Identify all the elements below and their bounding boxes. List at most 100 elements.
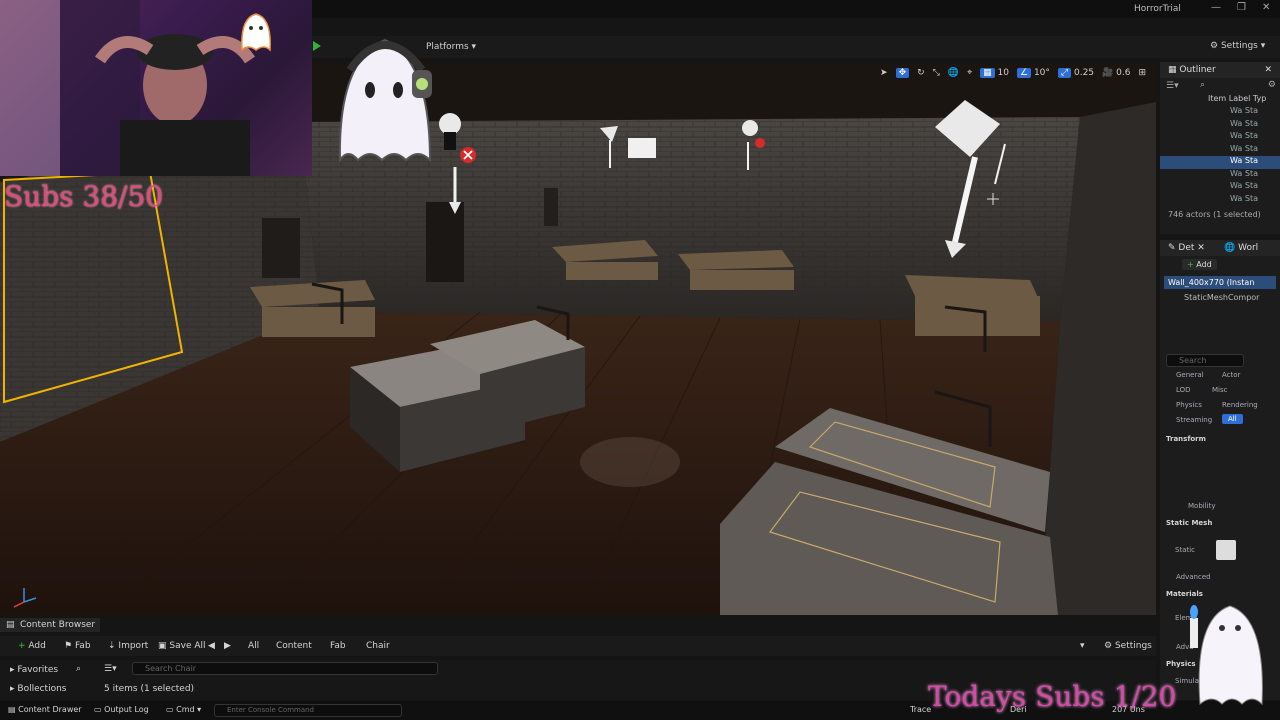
- output-log-button[interactable]: ▭ Output Log: [94, 705, 149, 714]
- outliner-row[interactable]: Wa Sta: [1160, 131, 1280, 144]
- outliner-icon: ▦: [1168, 65, 1177, 75]
- translate-tool-icon[interactable]: ✥: [895, 68, 910, 78]
- outliner-settings-icon[interactable]: ⚙: [1268, 80, 1276, 90]
- mesh-thumbnail[interactable]: [1216, 540, 1236, 560]
- outliner-column-header: Item Label Typ: [1208, 94, 1267, 103]
- settings-label: Settings: [1220, 41, 1258, 51]
- filter-icon[interactable]: ☰▾: [104, 664, 117, 674]
- breadcrumb-fab[interactable]: Fab: [330, 641, 346, 651]
- breadcrumb-content[interactable]: Content: [276, 641, 312, 651]
- content-drawer-button[interactable]: ▤ Content Drawer: [8, 705, 82, 714]
- details-search-input[interactable]: Search: [1166, 354, 1244, 367]
- rotation-snap-icon: ∠: [1017, 68, 1032, 78]
- breadcrumb-all[interactable]: All: [248, 641, 259, 651]
- select-mode-icon[interactable]: ➤: [880, 68, 888, 78]
- drawer-icon: ▤: [8, 705, 16, 714]
- console-input[interactable]: Enter Console Command: [214, 704, 402, 717]
- add-component-button[interactable]: + Add: [1182, 259, 1217, 270]
- row-type: Sta: [1244, 168, 1258, 178]
- cmd-label: Cmd: [176, 705, 195, 714]
- row-label: Wa: [1230, 118, 1243, 128]
- outliner-row[interactable]: Wa Sta: [1160, 194, 1280, 207]
- cb-fab-label: Fab: [74, 641, 91, 651]
- close-outliner-icon[interactable]: ✕: [1264, 65, 1272, 75]
- category-streaming[interactable]: Streaming: [1176, 416, 1212, 424]
- mobility-label: Mobility: [1188, 502, 1216, 510]
- breadcrumb-chair[interactable]: Chair: [366, 641, 390, 651]
- content-browser-toolbar: + Add ⚑ Fab ⇣ Import ▣ Save All ◀ ▶ All …: [0, 636, 1156, 656]
- category-rendering[interactable]: Rendering: [1222, 401, 1258, 409]
- cb-save-all-button[interactable]: ▣ Save All: [158, 641, 206, 651]
- outliner-row-selected[interactable]: Wa Sta: [1160, 156, 1280, 169]
- static-mesh-label: Static: [1175, 546, 1196, 554]
- static-mesh-section[interactable]: Static Mesh: [1166, 519, 1212, 527]
- details-tab-bar: ✎ Det ✕ 🌐 Worl: [1160, 240, 1280, 256]
- cb-search-input[interactable]: Search Chair: [132, 662, 438, 675]
- grid-snap-toggle[interactable]: ▦ 10: [980, 68, 1009, 78]
- cmd-dropdown[interactable]: ▭ Cmd ▾: [166, 705, 201, 714]
- maximize-viewport-icon[interactable]: ⊞: [1138, 68, 1146, 78]
- outliner-row[interactable]: Wa Sta: [1160, 169, 1280, 182]
- category-all[interactable]: All: [1222, 414, 1243, 424]
- breadcrumb-dropdown-icon[interactable]: ▾: [1080, 641, 1085, 651]
- outliner-toolbar: ☰▾ ⌕ ⚙: [1160, 78, 1280, 94]
- cb-add-button[interactable]: + Add: [18, 641, 46, 651]
- import-icon: ⇣: [108, 641, 116, 651]
- close-window-icon[interactable]: ✕: [1262, 2, 1270, 13]
- row-type: Sta: [1244, 181, 1258, 190]
- outliner-search-icon[interactable]: ⌕: [1200, 80, 1205, 90]
- content-browser-tab[interactable]: ▤ Content Browser: [0, 618, 100, 632]
- category-misc[interactable]: Misc: [1212, 386, 1227, 394]
- filter-icon[interactable]: ☰▾: [1166, 81, 1179, 91]
- outliner-tab[interactable]: ▦ Outliner ✕: [1160, 62, 1280, 78]
- camera-speed-value: 0.6: [1116, 68, 1131, 78]
- collections-section[interactable]: ▸ Bollections: [10, 684, 67, 694]
- details-tab-label: Det: [1178, 243, 1195, 253]
- row-type: Sta: [1244, 156, 1258, 165]
- world-settings-tab[interactable]: 🌐 Worl: [1224, 243, 1258, 253]
- row-type: Sta: [1244, 193, 1258, 203]
- favorites-search-icon[interactable]: ⌕: [76, 664, 81, 674]
- cb-fab-button[interactable]: ⚑ Fab: [64, 641, 91, 651]
- row-label: Wa: [1230, 106, 1243, 115]
- details-tab[interactable]: ✎ Det ✕: [1168, 243, 1205, 253]
- cb-settings-button[interactable]: ⚙ Settings: [1104, 641, 1152, 651]
- rotate-tool-icon[interactable]: ↻: [917, 68, 925, 78]
- content-drawer-label: Content Drawer: [18, 705, 82, 714]
- ghost-headphones-icon: [338, 38, 432, 164]
- materials-section[interactable]: Materials: [1166, 590, 1203, 598]
- world-tab-label: Worl: [1238, 243, 1259, 253]
- outliner-row[interactable]: Wa Sta: [1160, 119, 1280, 132]
- favorites-section[interactable]: ▸ Favorites: [10, 665, 58, 675]
- category-lod[interactable]: LOD: [1176, 386, 1191, 394]
- outliner-row[interactable]: Wa Sta: [1160, 144, 1280, 157]
- minimize-icon[interactable]: —: [1211, 2, 1221, 13]
- small-ghost-icon: [241, 13, 271, 52]
- outliner-row[interactable]: Wa Sta: [1160, 181, 1280, 194]
- cb-import-label: Import: [118, 641, 149, 651]
- world-local-icon[interactable]: 🌐: [948, 68, 959, 78]
- category-general[interactable]: General: [1176, 371, 1204, 379]
- camera-speed-toggle[interactable]: 🎥 0.6: [1102, 68, 1130, 78]
- scale-tool-icon[interactable]: ⤡: [933, 68, 940, 78]
- play-icon[interactable]: [313, 41, 321, 51]
- history-back-icon[interactable]: ◀: [208, 641, 215, 651]
- outliner-row[interactable]: Wa Sta: [1160, 106, 1280, 119]
- selected-actor-row[interactable]: Wall_400x770 (Instan: [1164, 276, 1276, 289]
- category-actor[interactable]: Actor: [1222, 371, 1240, 379]
- settings-menu[interactable]: ⚙ Settings ▾: [1210, 41, 1265, 51]
- transform-section[interactable]: Transform: [1166, 435, 1206, 443]
- row-type: Sta: [1244, 131, 1258, 140]
- surface-snap-icon[interactable]: ⌖: [967, 68, 972, 78]
- fab-icon: ⚑: [64, 641, 73, 651]
- items-count: 5 items (1 selected): [104, 684, 195, 694]
- component-row[interactable]: StaticMeshCompor: [1160, 291, 1280, 304]
- cb-import-button[interactable]: ⇣ Import: [108, 641, 148, 651]
- scale-snap-toggle[interactable]: ⤢ 0.25: [1057, 68, 1094, 78]
- advanced-section[interactable]: Advanced: [1176, 573, 1211, 581]
- history-forward-icon[interactable]: ▶: [224, 641, 231, 651]
- maximize-icon[interactable]: ❐: [1237, 2, 1246, 13]
- grid-snap-value: 10: [997, 68, 1009, 78]
- rotation-snap-toggle[interactable]: ∠ 10°: [1017, 68, 1050, 78]
- category-physics[interactable]: Physics: [1176, 401, 1202, 409]
